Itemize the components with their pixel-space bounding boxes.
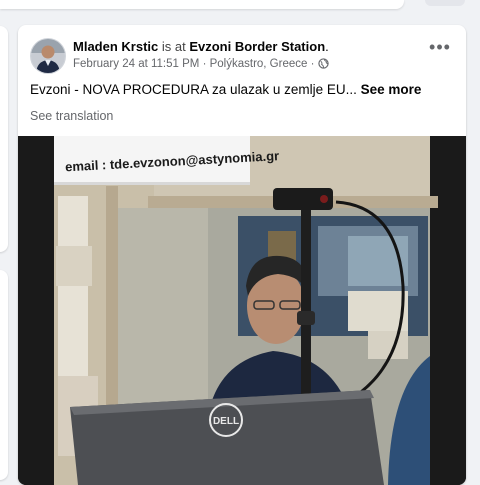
period: . (325, 39, 329, 54)
ellipsis-icon[interactable]: ••• (426, 38, 454, 63)
post-text: Evzoni - NOVA PROCEDURA za ulazak u zeml… (30, 81, 421, 99)
photo-scene: email : tde.evzonon@astynomia.gr DELL (18, 136, 466, 485)
left-sidebar-card (0, 26, 8, 252)
post-timestamp[interactable]: February 24 at 11:51 PM (73, 58, 199, 70)
globe-icon[interactable] (317, 58, 329, 74)
post-body: Evzoni - NOVA PROCEDURA za ulazak u zeml… (30, 82, 357, 97)
previous-card-button[interactable] (425, 0, 465, 6)
laptop-logo: DELL (213, 416, 239, 427)
previous-card-edge (0, 0, 404, 9)
left-sidebar-card (0, 270, 8, 480)
avatar[interactable] (30, 38, 66, 74)
is-at-label: is at (161, 39, 186, 54)
post-meta: February 24 at 11:51 PM · Polýkastro, Gr… (73, 57, 329, 74)
meta-separator: · (310, 58, 315, 70)
post-header-title: Mladen Krstic is at Evzoni Border Statio… (73, 38, 329, 55)
post-location[interactable]: Polýkastro, Greece (210, 58, 308, 70)
meta-separator: · (202, 58, 207, 70)
post-photo[interactable]: email : tde.evzonon@astynomia.gr DELL (18, 136, 466, 485)
see-more-link[interactable]: See more (361, 82, 422, 97)
see-translation-link[interactable]: See translation (30, 109, 113, 123)
place-link[interactable]: Evzoni Border Station (189, 39, 325, 54)
feed-post: Mladen Krstic is at Evzoni Border Statio… (18, 25, 466, 485)
avatar-image (31, 39, 65, 73)
author-name[interactable]: Mladen Krstic (73, 39, 158, 54)
